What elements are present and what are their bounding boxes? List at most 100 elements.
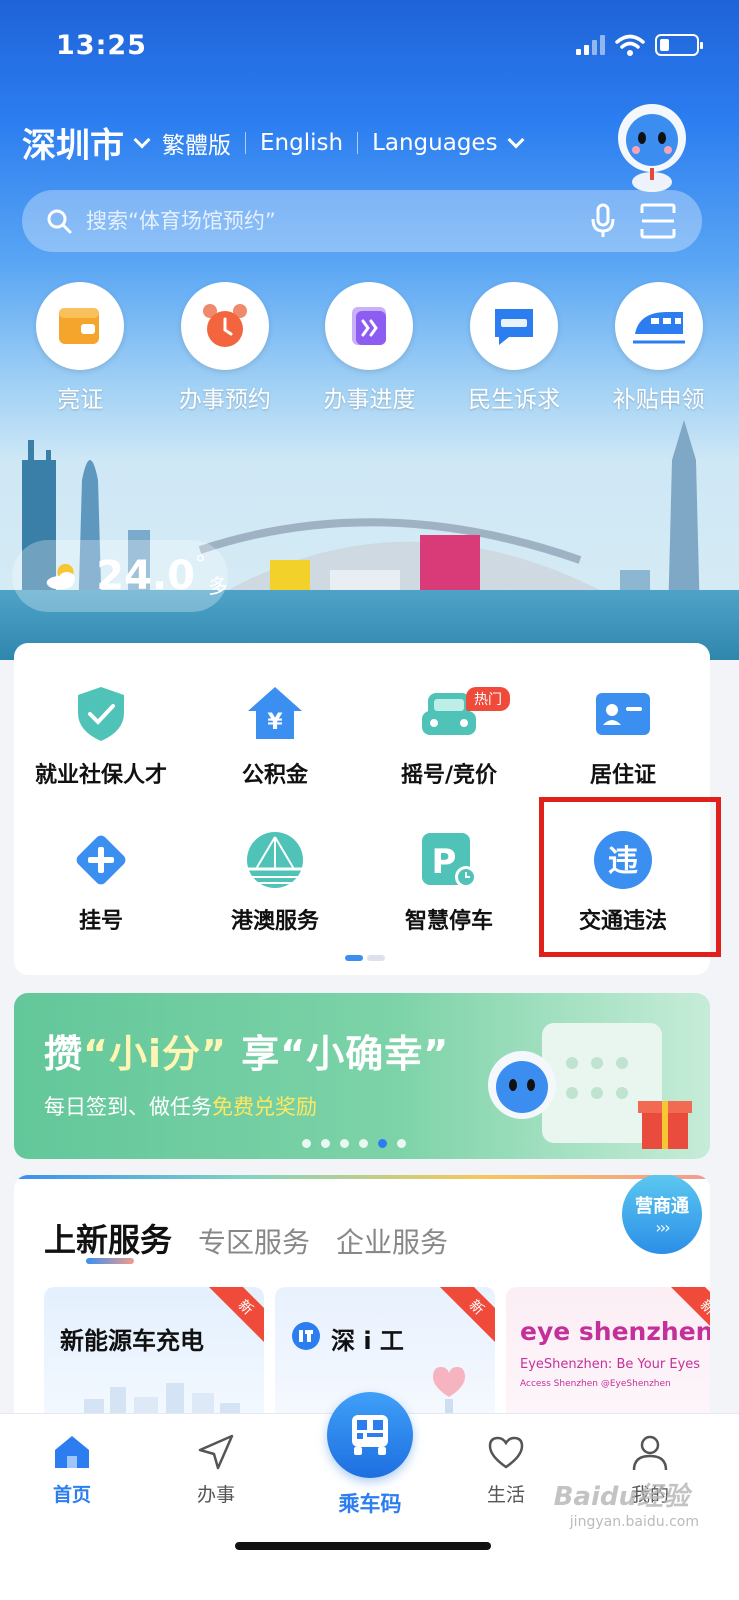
wifi-icon bbox=[615, 34, 645, 56]
scan-icon[interactable] bbox=[640, 203, 676, 239]
train-icon bbox=[632, 312, 685, 344]
search-icon[interactable] bbox=[46, 208, 72, 234]
quick-action-label: 亮证 bbox=[57, 387, 104, 413]
eye-shenzhen-title: eye shenzhen bbox=[520, 1317, 710, 1346]
banner-illustration bbox=[488, 1023, 692, 1149]
heart-icon bbox=[488, 1436, 524, 1469]
service-housing-fund[interactable]: ¥ 公积金 bbox=[188, 683, 362, 789]
ride-code-button[interactable] bbox=[327, 1392, 413, 1478]
banner-title: 攒“小i分” 享“小确幸” bbox=[44, 1023, 449, 1078]
nav-label: 办事 bbox=[196, 1484, 235, 1506]
service-hk-macao[interactable]: 港澳服务 bbox=[188, 829, 362, 935]
watermark-logo: Baidu经验 bbox=[553, 1482, 689, 1512]
alarm-clock-icon bbox=[202, 304, 247, 347]
divider bbox=[357, 131, 359, 154]
chat-icon bbox=[495, 309, 534, 345]
languages-dropdown[interactable]: Languages bbox=[372, 130, 498, 156]
quick-action-subsidy[interactable]: 补贴申领 bbox=[594, 282, 724, 414]
service-label: 摇号/竞价 bbox=[400, 763, 498, 788]
service-card-ev-charging[interactable]: 新能源车充电 新 bbox=[44, 1287, 264, 1427]
banner-dot bbox=[397, 1139, 406, 1148]
tab-zone-services[interactable]: 专区服务 bbox=[198, 1221, 310, 1261]
mascot-avatar-icon[interactable] bbox=[604, 96, 700, 192]
search-input[interactable] bbox=[86, 209, 590, 233]
weather-widget[interactable]: 24.0 ° 多 bbox=[12, 540, 228, 612]
weather-degree: ° bbox=[195, 551, 206, 577]
quick-action-show-id[interactable]: 亮证 bbox=[15, 282, 145, 414]
panel-accent-line bbox=[14, 1175, 710, 1179]
page-dot bbox=[367, 955, 385, 961]
page-dot-active bbox=[345, 955, 363, 961]
watermark-url: jingyan.baidu.com bbox=[569, 1514, 699, 1530]
tab-enterprise-services[interactable]: 企业服务 bbox=[336, 1221, 448, 1261]
nav-life[interactable]: 生活 bbox=[456, 1432, 556, 1507]
service-license-lottery[interactable]: 摇号/竞价 热门 bbox=[362, 683, 536, 789]
service-card-title: 新能源车充电 bbox=[60, 1327, 204, 1355]
shield-check-icon bbox=[78, 687, 124, 741]
highlight-box bbox=[539, 797, 721, 957]
header-bar: 深圳市 繁體版 English Languages bbox=[22, 118, 536, 167]
service-label: 就业社保人才 bbox=[34, 763, 167, 788]
nav-services[interactable]: 办事 bbox=[166, 1432, 266, 1507]
heart-illustration bbox=[433, 1367, 465, 1417]
quick-action-label: 办事预约 bbox=[178, 387, 271, 413]
search-bar[interactable] bbox=[22, 190, 702, 252]
service-smart-parking[interactable]: P 智慧停车 bbox=[362, 829, 536, 935]
chevron-down-icon[interactable] bbox=[507, 131, 525, 148]
home-icon bbox=[55, 1436, 89, 1468]
service-residence-permit[interactable]: 居住证 bbox=[536, 683, 710, 789]
service-label: 公积金 bbox=[241, 763, 308, 788]
parking-icon: P bbox=[422, 833, 477, 888]
service-registration[interactable]: 挂号 bbox=[14, 829, 188, 935]
quick-action-appointment[interactable]: 办事预约 bbox=[160, 282, 290, 414]
chevron-down-icon[interactable] bbox=[133, 131, 151, 148]
banner-subtitle: 每日签到、做任务免费兑奖励 bbox=[44, 1091, 317, 1121]
service-label: 港澳服务 bbox=[230, 909, 319, 934]
banner-dot-active bbox=[378, 1139, 387, 1148]
page-indicator bbox=[345, 955, 385, 961]
service-tabs: 上新服务 专区服务 企业服务 bbox=[44, 1215, 448, 1261]
service-employment[interactable]: 就业社保人才 bbox=[14, 683, 188, 789]
service-card-eye-shenzhen[interactable]: eye shenzhen EyeShenzhen: Be Your Eyes A… bbox=[506, 1287, 710, 1427]
banner-dot bbox=[359, 1139, 368, 1148]
microphone-icon[interactable] bbox=[590, 203, 616, 239]
banner-subtitle-part: 每日签到、做任务 bbox=[44, 1095, 212, 1119]
service-label: 居住证 bbox=[589, 763, 656, 788]
nav-label: 首页 bbox=[52, 1484, 91, 1506]
quick-action-label: 补贴申领 bbox=[612, 387, 705, 413]
medical-cross-icon bbox=[76, 835, 126, 885]
partly-cloudy-icon bbox=[46, 563, 75, 590]
tab-underline bbox=[86, 1258, 134, 1264]
traditional-chinese-link[interactable]: 繁體版 bbox=[162, 126, 231, 160]
divider bbox=[245, 131, 246, 154]
quick-action-label: 办事进度 bbox=[323, 387, 416, 413]
new-tag: 新 bbox=[440, 1287, 495, 1344]
bridge-icon bbox=[247, 832, 303, 888]
banner-title-part: 攒 bbox=[44, 1032, 84, 1076]
eye-shenzhen-subtitle: EyeShenzhen: Be Your Eyes bbox=[520, 1357, 701, 1372]
weather-description: 多 bbox=[208, 573, 228, 598]
quick-action-progress[interactable]: 办事进度 bbox=[304, 282, 434, 414]
banner-dot bbox=[340, 1139, 349, 1148]
svg-text:P: P bbox=[432, 842, 457, 882]
business-service-button[interactable]: 营商通 ››› bbox=[622, 1175, 702, 1254]
english-link[interactable]: English bbox=[260, 130, 343, 156]
city-selector[interactable]: 深圳市 bbox=[22, 118, 124, 167]
status-bar: 13:25 bbox=[0, 0, 739, 90]
quick-actions: 亮证 办事预约 办事进度 民生诉求 补贴申领 bbox=[0, 282, 739, 414]
banner-title-highlight: “小i分” bbox=[83, 1032, 227, 1076]
tab-new-services[interactable]: 上新服务 bbox=[44, 1215, 172, 1261]
ride-code-label: 乘车码 bbox=[338, 1492, 402, 1516]
id-card-icon bbox=[596, 693, 650, 735]
promo-banner[interactable]: 攒“小i分” 享“小确幸” 每日签到、做任务免费兑奖励 bbox=[14, 993, 710, 1159]
home-indicator[interactable] bbox=[235, 1542, 491, 1550]
chevrons-right-icon: ››› bbox=[655, 1217, 670, 1237]
banner-subtitle-highlight: 免费兑奖励 bbox=[212, 1095, 317, 1119]
user-icon bbox=[632, 1435, 668, 1471]
navigation-arrow-icon bbox=[198, 1434, 234, 1470]
banner-title-part: 享“小确幸” bbox=[227, 1032, 450, 1076]
nav-home[interactable]: 首页 bbox=[22, 1432, 122, 1507]
shen-i-gong-logo-icon bbox=[292, 1322, 320, 1350]
banner-indicator bbox=[302, 1139, 406, 1148]
quick-action-petition[interactable]: 民生诉求 bbox=[449, 282, 579, 414]
